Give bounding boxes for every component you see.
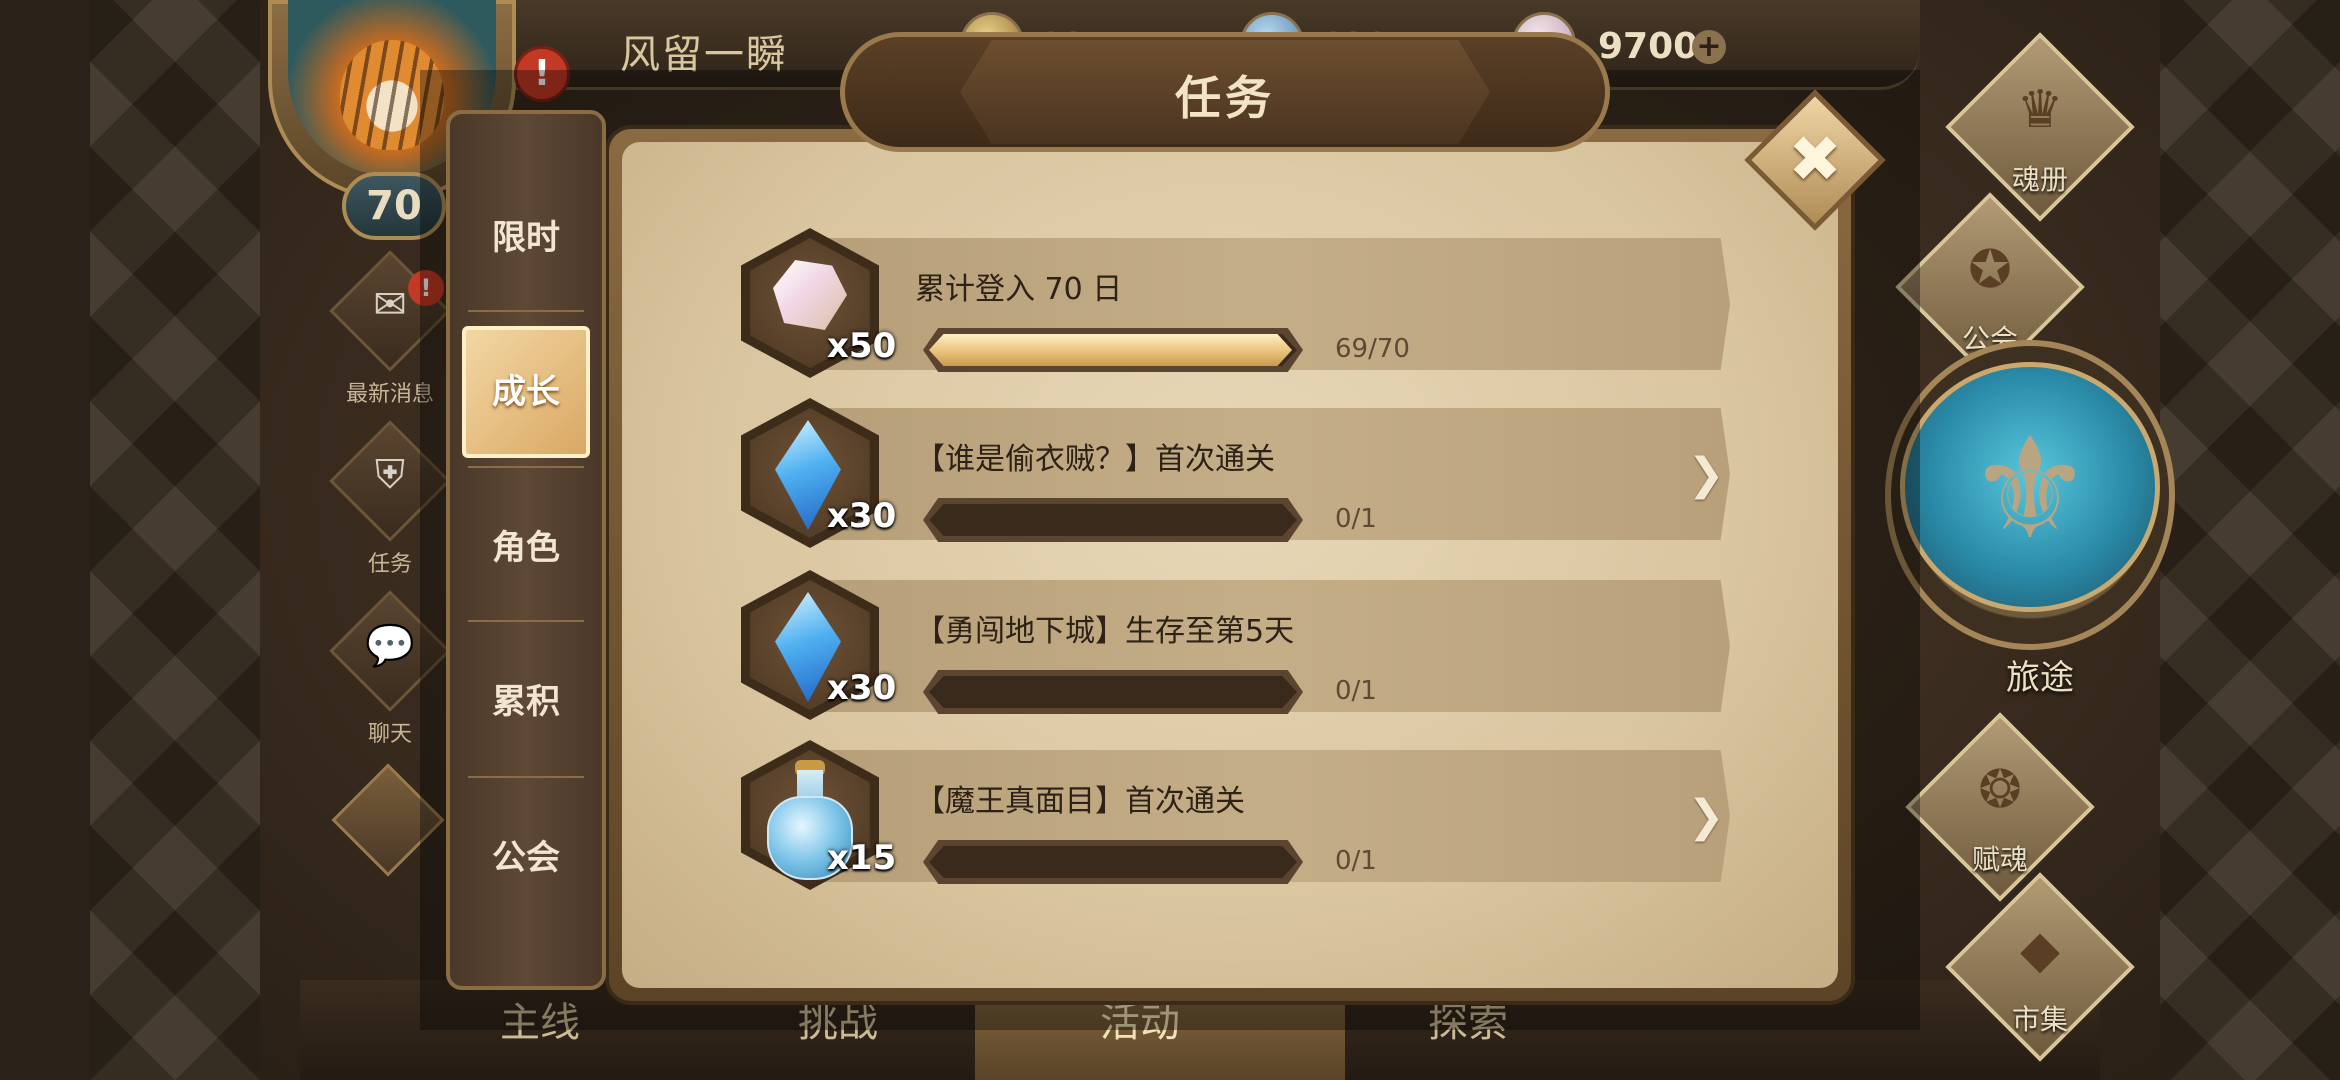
pink-crystal-value: 9700 (1598, 26, 1699, 67)
tab-growth[interactable]: 成长 (460, 322, 592, 462)
soulbook-icon: ♛ (2016, 80, 2064, 140)
task-row[interactable]: x30 【勇闯地下城】生存至第5天 0/1 (735, 570, 1735, 720)
journey-emblem-icon: ⚜ (1967, 408, 2093, 571)
tab-role[interactable]: 角色 (460, 478, 592, 618)
tab-divider (468, 466, 584, 468)
progress-text: 0/1 (1335, 676, 1377, 706)
progress-track (929, 504, 1297, 536)
modal-title: 任务 (1175, 71, 1275, 125)
tab-guild[interactable]: 公会 (460, 788, 592, 928)
task-title: 【勇闯地下城】生存至第5天 (915, 614, 1295, 649)
add-crystal-button[interactable]: + (1692, 30, 1726, 64)
right-background (2160, 0, 2340, 1080)
task-row[interactable]: x50 累计登入 70 日 69/70 (735, 228, 1735, 378)
left-background (90, 0, 260, 1080)
progress-text: 0/1 (1335, 846, 1377, 876)
task-row[interactable]: x15 【魔王真面目】首次通关 0/1 ❯ (735, 740, 1735, 890)
go-arrow-icon[interactable]: ❯ (1683, 452, 1729, 498)
tab-divider (468, 620, 584, 622)
reward-quantity: x15 (827, 838, 897, 878)
progress-text: 69/70 (1335, 334, 1410, 364)
market-label: 市集 (2011, 1003, 2068, 1036)
task-title: 累计登入 70 日 (915, 272, 1123, 307)
reward-quantity: x50 (827, 326, 897, 366)
soulbook-label: 魂册 (2011, 163, 2068, 196)
gem-icon: ◆ (2020, 920, 2060, 980)
progress-fill (929, 334, 1292, 366)
reward-quantity: x30 (827, 496, 897, 536)
reward-quantity: x30 (827, 668, 897, 708)
market-button[interactable]: ◆ 市集 (1945, 872, 2135, 1070)
go-arrow-icon[interactable]: ❯ (1683, 794, 1729, 840)
task-row[interactable]: x30 【谁是偷衣贼？】首次通关 0/1 ❯ (735, 398, 1735, 548)
endow-label: 赋魂 (1971, 843, 2028, 876)
guild-icon: ✪ (1968, 240, 2012, 300)
progress-track (929, 676, 1297, 708)
tab-limited[interactable]: 限时 (460, 168, 592, 308)
tab-divider (468, 310, 584, 312)
close-icon[interactable]: ✖ (1765, 110, 1865, 210)
journey-label: 旅途 (2006, 658, 2074, 698)
task-title: 【谁是偷衣贼？】首次通关 (915, 442, 1275, 477)
tab-accumulate[interactable]: 累积 (460, 632, 592, 772)
progress-track (929, 846, 1297, 878)
task-title: 【魔王真面目】首次通关 (915, 784, 1245, 819)
progress-text: 0/1 (1335, 504, 1377, 534)
flame-icon: ❂ (1978, 760, 2022, 820)
tab-divider (468, 776, 584, 778)
